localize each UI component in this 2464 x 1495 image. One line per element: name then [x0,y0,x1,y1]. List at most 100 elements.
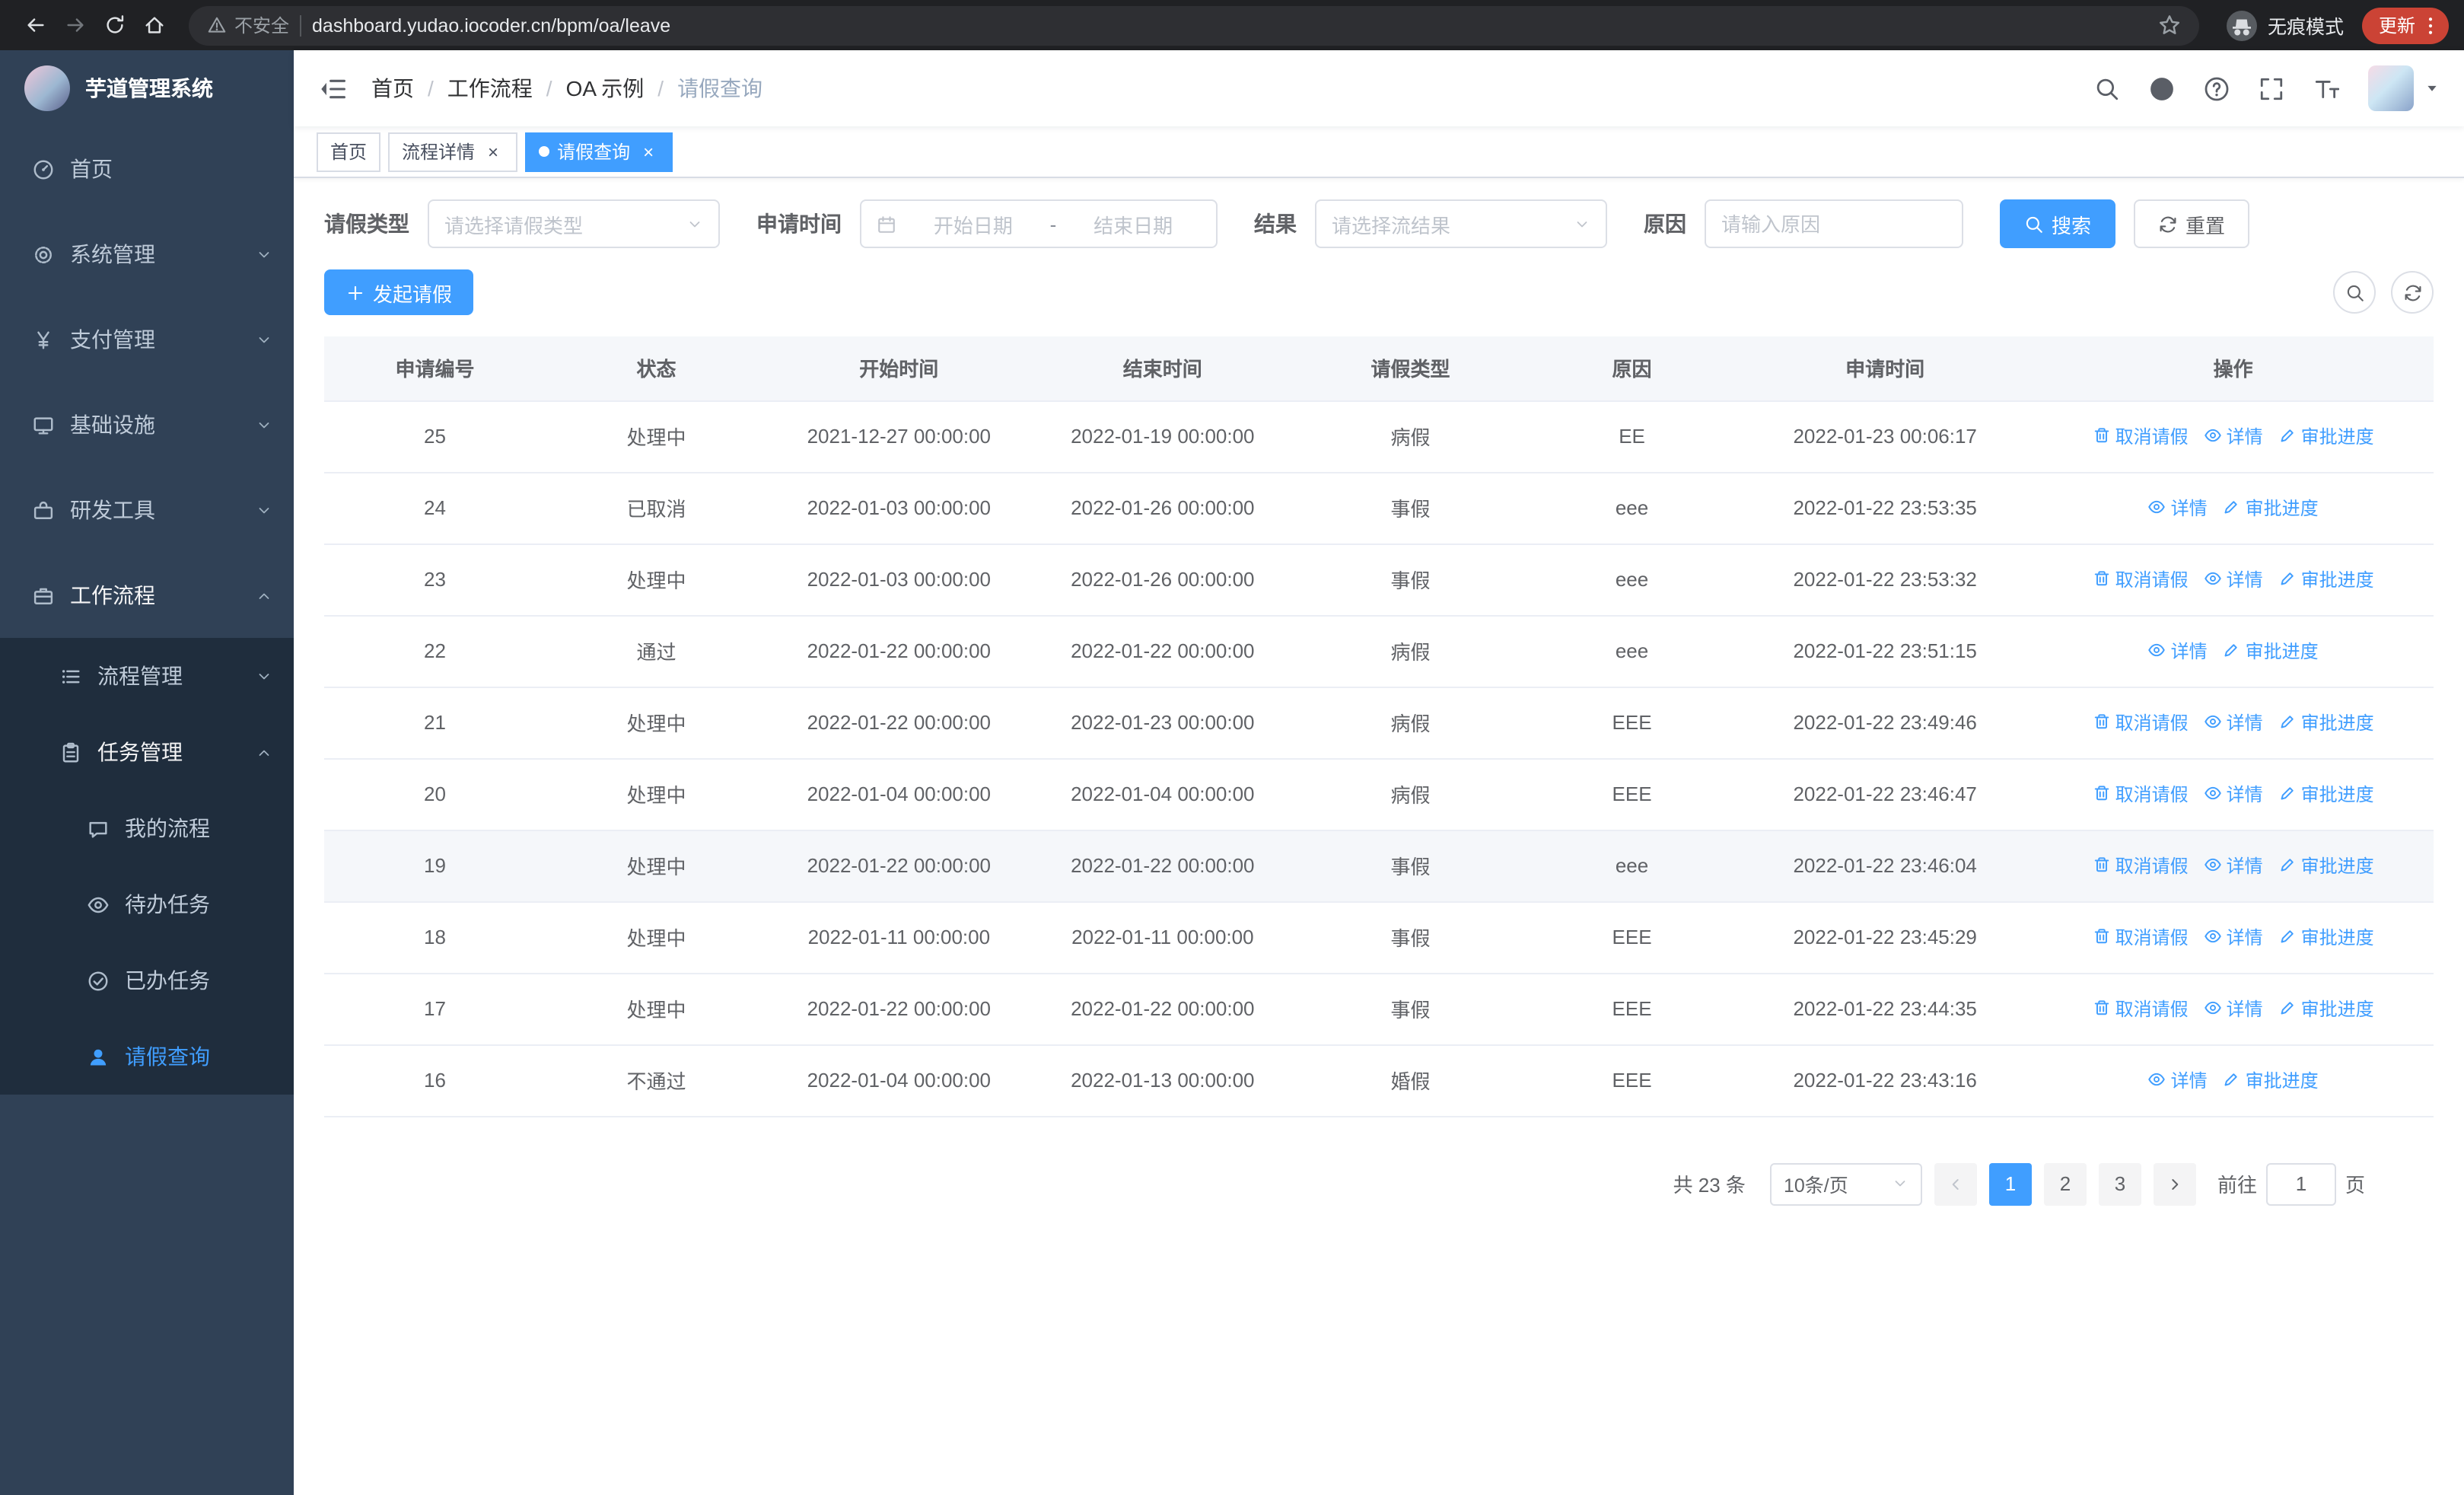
page-size-select[interactable]: 10条/页 [1769,1162,1922,1205]
prev-page-button[interactable] [1934,1162,1977,1205]
end-date-input[interactable]: 结束日期 [1065,209,1201,238]
leave-type-label: 请假类型 [324,212,409,236]
create-leave-label: 发起请假 [373,282,453,305]
sidebar-item-home[interactable]: 首页 [0,126,294,212]
sidebar-item-label: 基础设施 [70,413,155,437]
search-icon[interactable] [2094,75,2120,101]
gear-icon [30,242,55,266]
progress-link[interactable]: 审批进度 [2223,495,2319,521]
cell-apply: 2022-01-22 23:43:16 [1737,1044,2033,1117]
sidebar-item-payment-management[interactable]: 支付管理 [0,297,294,382]
page-suffix: 页 [2345,1174,2365,1197]
github-icon[interactable] [2149,75,2175,101]
progress-link[interactable]: 审批进度 [2278,709,2374,735]
reset-button[interactable]: 重置 [2134,199,2250,248]
detail-link[interactable]: 详情 [2148,495,2208,521]
cell-end: 2022-01-26 00:00:00 [1030,543,1295,616]
avatar [2368,65,2414,111]
sidebar-item-my-process[interactable]: 我的流程 [0,790,294,866]
progress-link[interactable]: 审批进度 [2278,566,2374,592]
tab-process-detail[interactable]: 流程详情 × [388,132,518,171]
reload-button[interactable] [94,5,134,45]
sidebar-item-done-task[interactable]: 已办任务 [0,942,294,1018]
progress-link[interactable]: 审批进度 [2278,924,2374,950]
progress-link[interactable]: 审批进度 [2278,423,2374,449]
detail-link[interactable]: 详情 [2204,781,2263,807]
sidebar-item-todo-task[interactable]: 待办任务 [0,866,294,942]
sidebar-toggle-icon[interactable] [318,74,347,103]
breadcrumb-item[interactable]: 首页 [371,73,414,104]
close-tab-icon[interactable]: × [482,141,504,162]
goto-page-input[interactable] [2265,1162,2336,1205]
close-tab-icon[interactable]: × [638,141,659,162]
sidebar-item-infrastructure[interactable]: 基础设施 [0,382,294,467]
detail-link[interactable]: 详情 [2148,1067,2208,1093]
detail-link[interactable]: 详情 [2204,853,2263,878]
create-leave-button[interactable]: 发起请假 [324,269,474,315]
sidebar-item-process-management[interactable]: 流程管理 [0,638,294,714]
search-button[interactable]: 搜索 [2000,199,2116,248]
page-button-1[interactable]: 1 [1988,1162,2032,1205]
detail-link[interactable]: 详情 [2204,423,2263,449]
cancel-leave-link[interactable]: 取消请假 [2093,709,2189,735]
progress-link[interactable]: 审批进度 [2278,853,2374,878]
leave-type-select[interactable]: 请选择请假类型 [428,199,720,248]
app-logo[interactable]: 芋道管理系统 [0,50,294,126]
cell-type: 病假 [1294,687,1526,759]
apply-time-range-picker[interactable]: 开始日期 - 结束日期 [860,199,1218,248]
progress-link[interactable]: 审批进度 [2278,781,2374,807]
cancel-leave-link[interactable]: 取消请假 [2093,781,2189,807]
start-date-input[interactable]: 开始日期 [906,209,1041,238]
cell-actions: 取消请假 详情 审批进度 [2033,901,2434,974]
dashboard-icon [30,157,55,181]
sidebar-item-leave-query[interactable]: 请假查询 [0,1018,294,1095]
detail-link[interactable]: 详情 [2204,924,2263,950]
cell-apply: 2022-01-22 23:46:47 [1737,758,2033,830]
cell-type: 病假 [1294,400,1526,473]
tab-home[interactable]: 首页 [317,132,381,171]
forward-button[interactable] [55,5,94,45]
fullscreen-icon[interactable] [2259,75,2284,101]
sidebar-item-dev-tools[interactable]: 研发工具 [0,467,294,553]
reason-input[interactable] [1721,212,1947,235]
progress-link[interactable]: 审批进度 [2278,996,2374,1022]
result-select[interactable]: 请选择流结果 [1315,199,1607,248]
sidebar-item-workflow[interactable]: 工作流程 [0,553,294,638]
table-row: 20 处理中 2022-01-04 00:00:00 2022-01-04 00:00… [324,758,2434,830]
cell-status: 处理中 [546,758,768,830]
cancel-leave-link[interactable]: 取消请假 [2093,853,2189,878]
next-page-button[interactable] [2153,1162,2196,1205]
detail-link[interactable]: 详情 [2204,566,2263,592]
sidebar-item-system-management[interactable]: 系统管理 [0,212,294,297]
sidebar-item-task-management[interactable]: 任务管理 [0,714,294,790]
help-icon[interactable] [2204,75,2230,101]
toggle-search-button[interactable] [2333,271,2376,314]
sidebar-item-label: 研发工具 [70,498,155,522]
eye-icon [2204,427,2222,445]
page-button-2[interactable]: 2 [2043,1162,2087,1205]
security-chip[interactable]: 不安全 [207,12,289,38]
breadcrumb-item[interactable]: OA 示例 [566,73,645,104]
tab-leave-query[interactable]: 请假查询 × [525,132,673,171]
detail-link[interactable]: 详情 [2204,709,2263,735]
progress-link[interactable]: 审批进度 [2223,1067,2319,1093]
detail-link[interactable]: 详情 [2204,996,2263,1022]
detail-link[interactable]: 详情 [2148,638,2208,664]
progress-link[interactable]: 审批进度 [2223,638,2319,664]
back-button[interactable] [15,5,55,45]
refresh-table-button[interactable] [2391,271,2434,314]
update-menu-button[interactable]: 更新 [2361,7,2449,43]
cancel-leave-link[interactable]: 取消请假 [2093,423,2189,449]
page-button-3[interactable]: 3 [2098,1162,2141,1205]
home-button[interactable] [134,5,173,45]
bookmark-star-icon[interactable] [2158,14,2181,37]
breadcrumb-item[interactable]: 工作流程 [447,73,533,104]
cancel-leave-link[interactable]: 取消请假 [2093,996,2189,1022]
incognito-badge: 无痕模式 [2227,10,2344,40]
font-size-icon[interactable] [2313,75,2339,101]
cancel-leave-link[interactable]: 取消请假 [2093,566,2189,592]
address-bar[interactable]: 不安全 dashboard.yudao.iocoder.cn/bpm/oa/le… [189,5,2199,45]
pen-icon [2278,713,2297,732]
user-menu[interactable] [2368,65,2440,111]
cancel-leave-link[interactable]: 取消请假 [2093,924,2189,950]
